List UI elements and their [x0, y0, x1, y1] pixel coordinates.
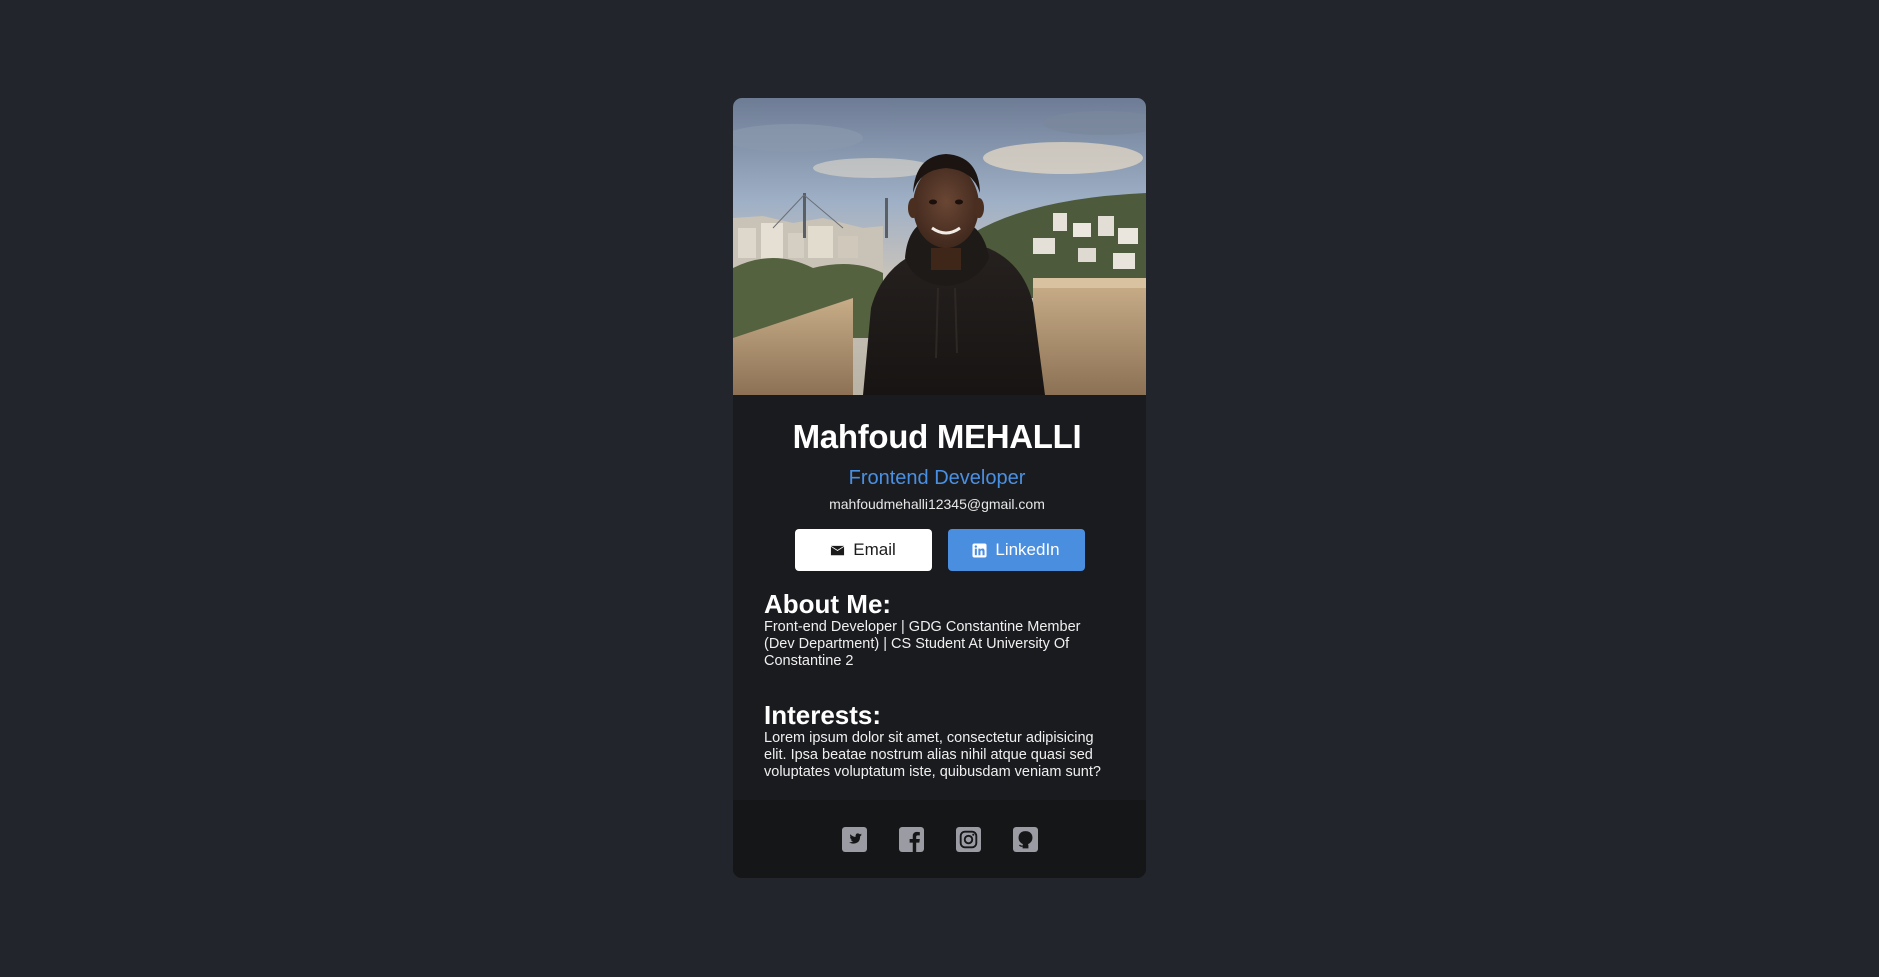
about-heading: About Me: — [764, 589, 892, 619]
contact-buttons: Email LinkedIn — [764, 529, 1110, 571]
email-button[interactable]: Email — [794, 529, 932, 571]
linkedin-button-label: LinkedIn — [995, 540, 1060, 559]
interests-section: Interests: Lorem ipsum dolor sit amet, c… — [764, 700, 1110, 781]
about-text: Front-end Developer | GDG Constantine Me… — [764, 619, 1081, 669]
github-icon[interactable] — [1012, 826, 1038, 852]
envelope-icon — [830, 543, 845, 558]
profile-role: Frontend Developer — [848, 467, 1026, 489]
profile-card: Mahfoud MEHALLI Frontend Developer mahfo… — [733, 98, 1146, 878]
linkedin-button[interactable]: LinkedIn — [947, 529, 1085, 571]
linkedin-icon — [972, 542, 987, 558]
interests-heading: Interests: — [764, 700, 882, 730]
facebook-icon[interactable] — [898, 826, 924, 852]
instagram-icon[interactable] — [955, 826, 981, 852]
about-section: About Me: Front-end Developer | GDG Cons… — [764, 589, 1110, 670]
twitter-icon[interactable] — [841, 826, 867, 852]
profile-email: mahfoudmehalli12345@gmail.com — [829, 496, 1045, 512]
interests-text: Lorem ipsum dolor sit amet, consectetur … — [764, 730, 1101, 780]
profile-body: Mahfoud MEHALLI Frontend Developer mahfo… — [733, 417, 1146, 781]
social-footer — [733, 800, 1146, 878]
profile-photo — [733, 98, 1146, 395]
email-button-label: Email — [853, 540, 896, 559]
profile-name: Mahfoud MEHALLI — [792, 418, 1082, 455]
